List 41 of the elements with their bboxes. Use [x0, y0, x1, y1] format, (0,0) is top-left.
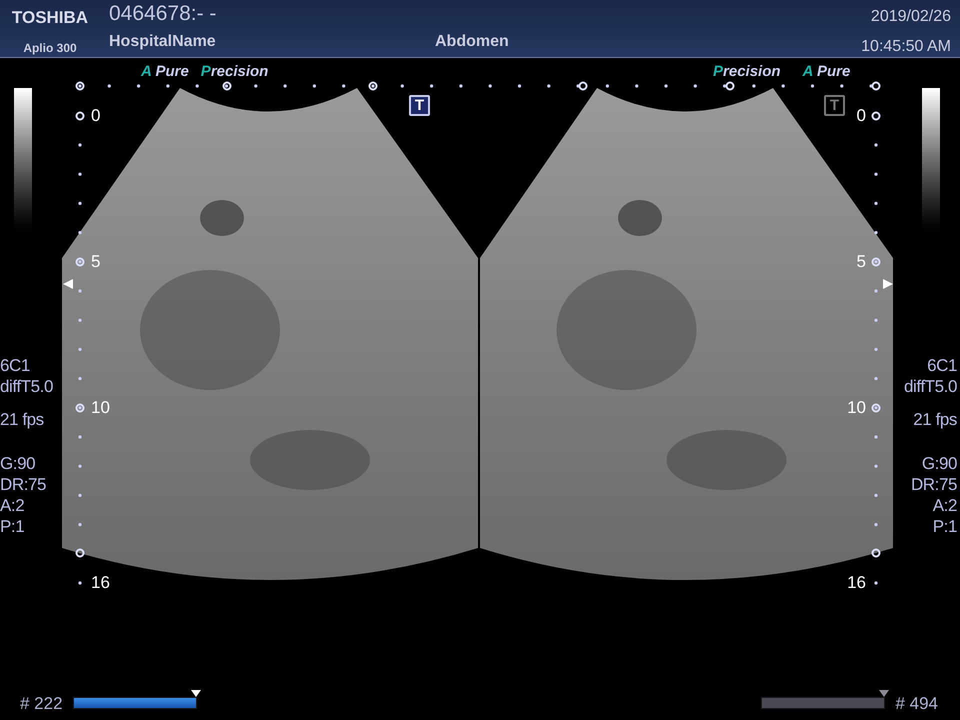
setting-value: A:2	[932, 495, 957, 516]
model-name: Aplio 300	[23, 40, 77, 56]
setting-value: A:2	[0, 495, 24, 516]
setting-value: G:90	[0, 453, 36, 474]
cine-marker-icon	[190, 690, 201, 698]
time: 10:45:50 AM	[861, 37, 951, 57]
frame-number: # 222	[20, 692, 63, 714]
depth-label: 0	[856, 106, 866, 126]
mode-label: A Pure	[141, 62, 189, 82]
depth-label: 10	[91, 398, 110, 418]
frame-rate: 21 fps	[913, 409, 957, 430]
date: 2019/02/26	[870, 7, 951, 27]
t-marker: T	[409, 95, 430, 116]
probe-label: 6C1	[0, 355, 30, 376]
depth-label: 16	[847, 573, 866, 593]
depth-label: 5	[91, 252, 100, 272]
setting-value: P:1	[932, 516, 957, 537]
setting-value: DR:75	[910, 474, 957, 495]
mode-value: diffT5.0	[904, 376, 957, 397]
focus-marker-icon	[63, 279, 73, 289]
mode-label: Precision	[713, 62, 781, 82]
mode-label: A Pure	[802, 62, 850, 82]
setting-value: P:1	[0, 516, 24, 537]
depth-label: 0	[91, 106, 100, 126]
depth-label: 10	[847, 398, 866, 418]
preset-name: Abdomen	[435, 32, 509, 52]
patient-id: 0464678:- -	[109, 1, 218, 27]
setting-value: G:90	[922, 453, 957, 474]
setting-value: DR:75	[0, 474, 46, 495]
depth-label: 16	[91, 573, 110, 593]
focus-marker-icon	[883, 279, 893, 289]
cine-marker-icon	[879, 690, 890, 698]
depth-label: 5	[856, 252, 866, 272]
brand-logo: TOSHIBA	[12, 7, 88, 29]
frame-number: # 494	[895, 692, 938, 714]
hospital-name: HospitalName	[109, 32, 217, 52]
mode-label: Precision	[200, 62, 268, 82]
mode-value: diffT5.0	[0, 376, 53, 397]
probe-label: 6C1	[927, 355, 957, 376]
frame-rate: 21 fps	[0, 409, 44, 430]
t-marker: T	[824, 95, 845, 116]
